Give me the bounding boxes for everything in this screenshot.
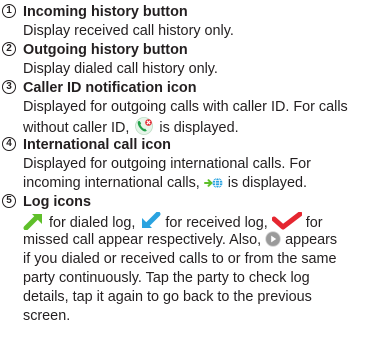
item-title: Outgoing history button: [23, 42, 188, 58]
item-number-badge: 4: [2, 137, 16, 151]
item-number-badge: 2: [2, 42, 16, 56]
item-description: Display received call history only.: [23, 23, 234, 39]
manual-page: 1 Incoming history button Display receiv…: [0, 0, 366, 341]
item-description-line: details, tap it again to go back to the …: [23, 289, 312, 305]
item-title: International call icon: [23, 137, 171, 153]
item-number-badge: 5: [2, 194, 16, 208]
item-description-line: Displayed for outgoing calls with caller…: [23, 99, 348, 115]
item-title: Log icons: [23, 194, 91, 210]
item-description-line: screen.: [23, 308, 71, 324]
item-description-line: if you dialed or received calls to or fr…: [23, 251, 337, 267]
incoming-international-icon: [203, 176, 224, 196]
item-number-badge: 3: [2, 80, 16, 94]
item-title: Incoming history button: [23, 4, 188, 20]
item-title: Caller ID notification icon: [23, 80, 197, 96]
item-number-badge: 1: [2, 4, 16, 18]
item-description-line: party continuously. Tap the party to che…: [23, 270, 310, 286]
item-description: Display dialed call history only.: [23, 61, 218, 77]
item-description-line: Displayed for outgoing international cal…: [23, 156, 311, 172]
